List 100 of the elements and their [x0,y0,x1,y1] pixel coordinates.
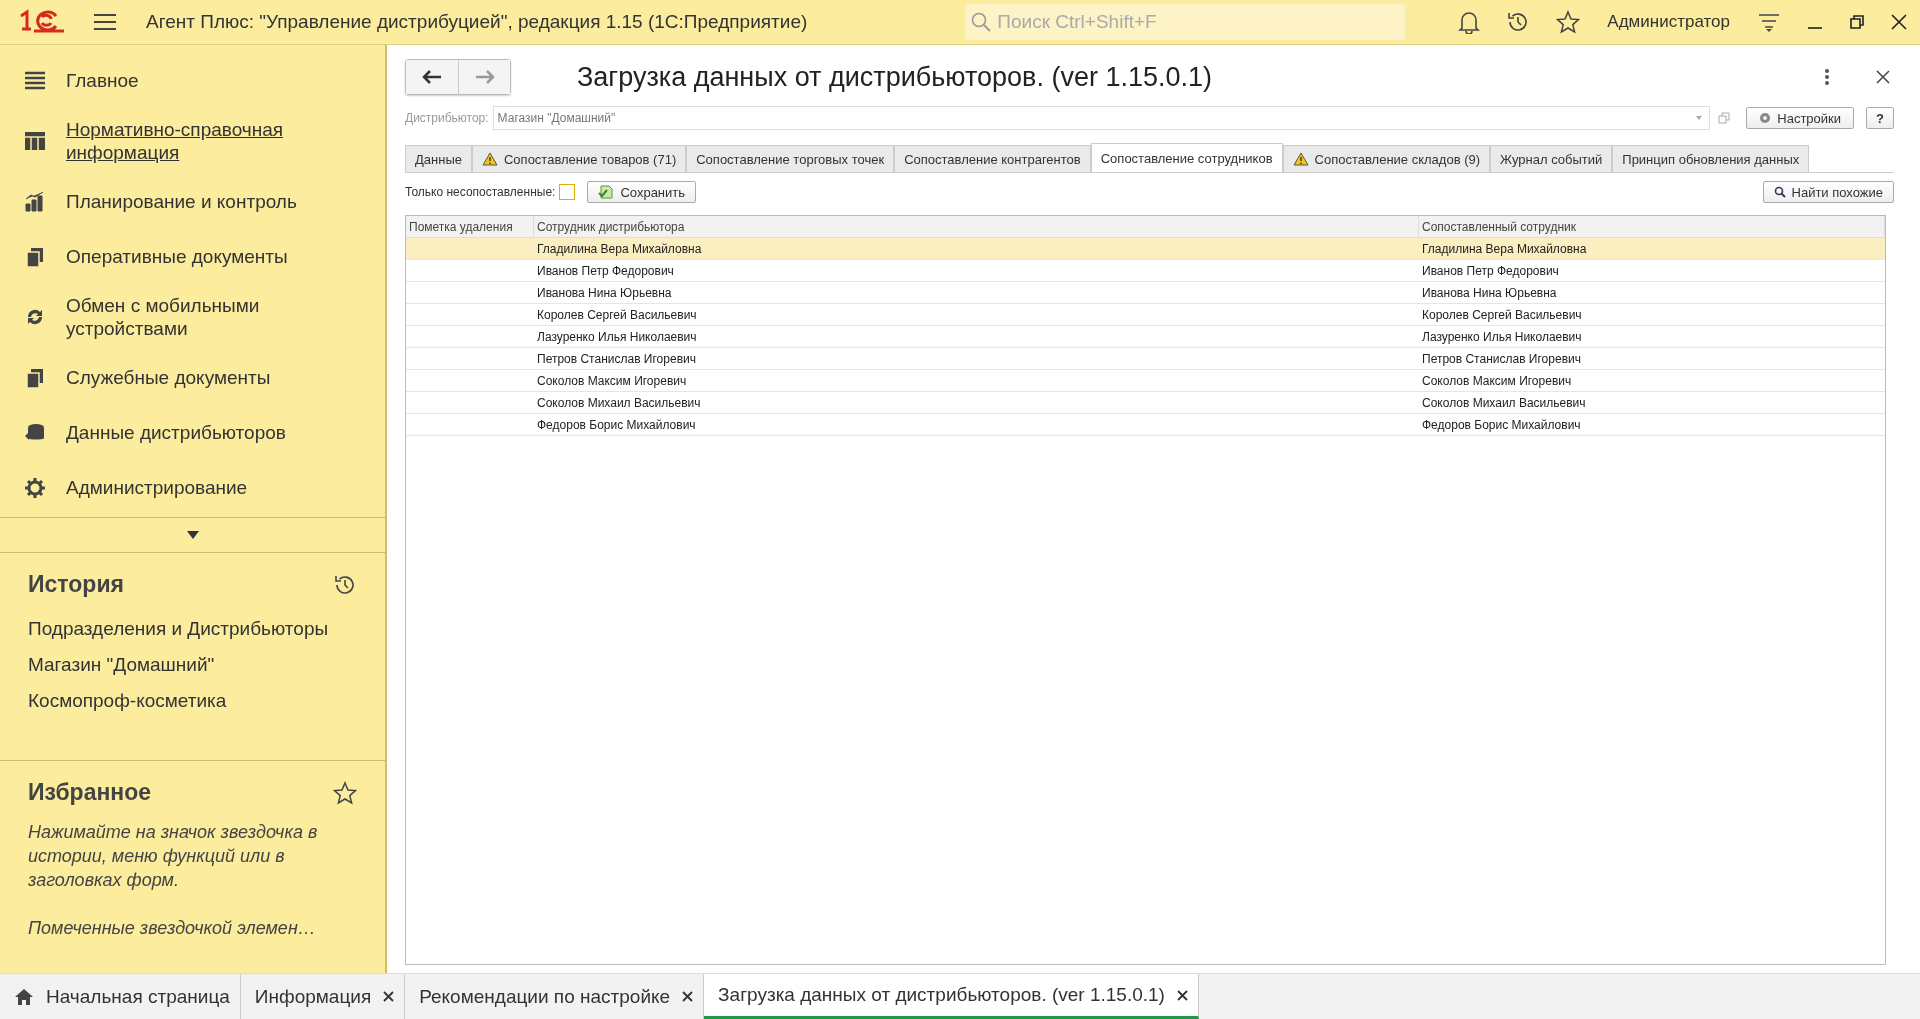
table-cell-text: Лазуренко Илья Николаевич [1421,329,1583,344]
nav-label[interactable]: Главное [66,69,139,92]
tab[interactable]: Сопоставление складов (9) [1282,145,1491,172]
table-cell-text: Иванова Нина Юрьевна [1421,285,1558,300]
history-item[interactable]: Космопроф-косметика [28,684,357,720]
help-button[interactable]: ? [1866,107,1894,129]
column-header[interactable]: Сопоставленный сотрудник [1419,216,1885,237]
table-cell-text: Королев Сергей Васильевич [1421,307,1583,322]
form-title: Загрузка данных от дистрибьюторов. (ver 1.15.0.1) [577,61,1212,93]
nav-item[interactable]: Главное [0,53,385,108]
bell-icon[interactable] [1458,10,1481,34]
more-icon[interactable] [1824,68,1830,86]
nav-label[interactable]: Данные дистрибьюторов [66,421,286,444]
table-cell-text: Соколов Михаил Васильевич [1421,395,1587,410]
save-button[interactable]: Сохранить [587,181,697,203]
table-cell-text: Иванов Петр Федорович [1421,263,1560,278]
warning-icon [481,152,498,166]
table-cell-text: Петров Станислав Игоревич [536,351,697,366]
nav-label[interactable]: Нормативно-справочная информация [66,118,326,164]
history-item[interactable]: Подразделения и Дистрибьюторы [28,612,357,648]
distributor-field[interactable]: Магазин "Домашний" [492,106,1711,130]
caret-icon[interactable] [185,530,200,540]
tab[interactable]: Журнал событий [1490,145,1613,172]
nav-label[interactable]: Оперативные документы [66,245,288,268]
search-field[interactable]: Поиск Ctrl+Shift+F [965,4,1406,40]
history-item[interactable]: Магазин "Домашний" [28,648,357,684]
table-cell-text: Гладилина Вера Михайловна [536,241,703,256]
table-row[interactable]: Иванов Петр Федорович Иванов Петр Федорович [406,260,1885,282]
column-header[interactable]: Пометка удаления [406,216,534,237]
close-icon[interactable] [1891,14,1907,30]
nav-item[interactable]: Обмен с мобильными устройствами [0,284,385,350]
table-cell-text: Лазуренко Илья Николаевич [536,329,698,344]
nav-item[interactable]: Служебные документы [0,350,385,405]
nav-item[interactable]: Нормативно-справочная информация [0,108,385,174]
table-row[interactable]: Иванова Нина Юрьевна Иванова Нина Юрьевна [406,282,1885,304]
close-icon[interactable] [682,991,694,1002]
table-cell-text: Петров Станислав Игоревич [1421,351,1582,366]
documents-icon [24,366,46,389]
favorites-hint: Нажимайте на значок звездочка в истории, меню функций или в заголовках форм. [28,821,319,892]
menu-icon[interactable] [94,13,116,31]
table-row[interactable]: Королев Сергей Васильевич Королев Сергей Васильевич [406,304,1885,326]
table-row[interactable]: Соколов Максим Игоревич Соколов Максим Игоревич [406,370,1885,392]
open-tab[interactable]: Загрузка данных от дистрибьюторов. (ver 1.15.0.1) [704,974,1199,1019]
table-row[interactable]: Соколов Михаил Васильевич Соколов Михаил Васильевич [406,392,1885,414]
column-header[interactable]: Сотрудник дистрибьютора [534,216,1419,237]
settings-button[interactable]: Настройки [1746,107,1855,129]
filter-icon[interactable] [1757,11,1781,33]
forward-arrow-icon [474,70,495,84]
table-cell-text: Гладилина Вера Михайловна [1421,241,1588,256]
checkbox[interactable] [559,184,576,200]
history-title: История [28,571,124,598]
documents-icon [24,245,46,268]
nav-item[interactable]: Данные дистрибьюторов [0,405,385,460]
table-cell-text: Королев Сергей Васильевич [536,307,698,322]
restore-icon[interactable] [1849,14,1865,30]
search-icon [971,12,992,32]
table-row[interactable]: Петров Станислав Игоревич Петров Станислав Игоревич [406,348,1885,370]
settings-icon [24,476,46,499]
warning-icon [1292,152,1309,166]
table-cell-text: Соколов Максим Игоревич [1421,373,1573,388]
app-title: Агент Плюс: "Управление дистрибуцией", редакция 1.15 (1С:Предприятие) [146,11,808,33]
close-icon[interactable] [383,991,395,1002]
tab[interactable]: Принцип обновления данных [1612,145,1810,172]
user-name[interactable]: Администратор [1607,12,1730,32]
find-similar-button[interactable]: Найти похожие [1762,181,1894,203]
table-row[interactable]: Гладилина Вера Михайловна Гладилина Вера Михайловна [406,238,1885,260]
close-icon[interactable] [1176,989,1188,1001]
grid-icon [24,130,46,152]
favorites-note: Помеченные звездочкой элемен… [28,917,317,940]
tab[interactable]: Сопоставление контрагентов [894,145,1091,172]
tab[interactable]: Сопоставление сотрудников [1090,143,1283,172]
distributor-label: Дистрибьютор: [405,111,489,125]
close-icon[interactable] [1876,70,1890,84]
table-cell-text: Соколов Михаил Васильевич [536,395,702,410]
nav-item[interactable]: Администрирование [0,460,385,515]
table-cell-text: Иванова Нина Юрьевна [536,285,673,300]
table-row[interactable]: Лазуренко Илья Николаевич Лазуренко Илья Николаевич [406,326,1885,348]
open-tab[interactable]: Информация [240,974,406,1019]
open-tab[interactable]: Начальная страница [0,974,241,1019]
tab[interactable]: Сопоставление товаров (71) [471,145,687,172]
nav-label[interactable]: Служебные документы [66,366,271,389]
nav-label[interactable]: Планирование и контроль [66,190,297,213]
back-button[interactable] [406,60,458,94]
nav-item[interactable]: Планирование и контроль [0,174,385,229]
logo-icon [18,9,66,35]
star-icon[interactable] [333,780,357,805]
only-unmatched-label: Только несопоставленные: [405,185,556,199]
tab[interactable]: Данные [405,145,472,172]
table-cell-text: Иванов Петр Федорович [536,263,675,278]
menu-icon [24,69,46,92]
save-icon [598,184,615,200]
back-arrow-icon [422,70,442,84]
tab[interactable]: Сопоставление торговых точек [686,145,895,172]
table-row[interactable]: Федоров Борис Михайлович Федоров Борис Михайлович [406,414,1885,436]
nav-label[interactable]: Администрирование [66,476,248,499]
settings-icon [1759,112,1772,124]
nav-label[interactable]: Обмен с мобильными устройствами [66,294,326,340]
home-icon [14,987,34,1006]
star-icon[interactable] [1556,10,1581,34]
nav-item[interactable]: Оперативные документы [0,229,385,284]
